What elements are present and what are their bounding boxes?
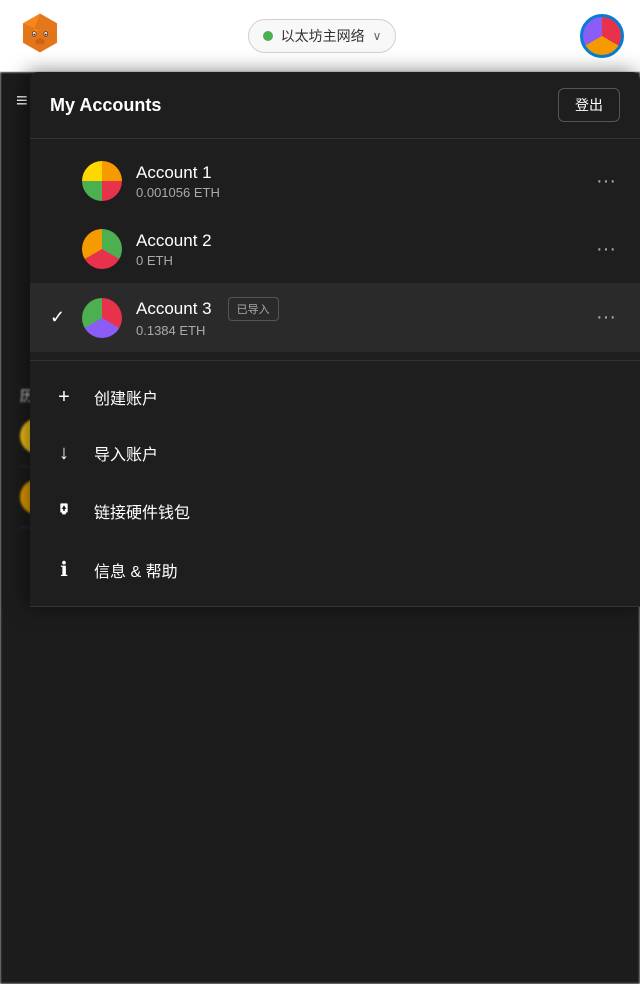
info-help-label: 信息 & 帮助: [94, 558, 178, 582]
header: 以太坊主网络 ∨: [0, 0, 640, 72]
network-status-dot: [263, 31, 273, 41]
create-account-label: 创建账户: [94, 385, 158, 409]
account-item-1[interactable]: Account 1 0.001056 ETH ···: [30, 147, 640, 215]
more-options-2[interactable]: ···: [592, 238, 620, 261]
account-avatar-2: [82, 229, 122, 269]
connect-hardware-item[interactable]: 链接硬件钱包: [30, 481, 640, 541]
info-icon: ℹ: [50, 557, 78, 582]
import-icon: ↓: [50, 442, 78, 465]
account-item-2[interactable]: Account 2 0 ETH ···: [30, 215, 640, 283]
account-avatar-1: [82, 161, 122, 201]
chevron-down-icon: ∨: [373, 29, 382, 43]
checkmark-1: [50, 171, 74, 192]
hamburger-icon[interactable]: ≡: [16, 90, 28, 113]
import-account-label: 导入账户: [94, 441, 158, 465]
account-balance-1: 0.001056 ETH: [136, 185, 592, 200]
action-items: + 创建账户 ↓ 导入账户 链接硬件钱包 ℹ 信息 & 帮助: [30, 361, 640, 607]
accounts-overlay: My Accounts 登出 Account 1 0.001056 ETH ··…: [30, 72, 640, 607]
account-name-2: Account 2: [136, 231, 592, 251]
more-options-3[interactable]: ···: [592, 306, 620, 329]
account-info-3: Account 3 已导入 0.1384 ETH: [136, 297, 592, 338]
create-account-item[interactable]: + 创建账户: [30, 369, 640, 425]
overlay-title: My Accounts: [50, 95, 161, 116]
more-options-1[interactable]: ···: [592, 170, 620, 193]
network-label: 以太坊主网络: [281, 26, 365, 46]
account-item-3[interactable]: ✓ Account 3 已导入 0.1384 ETH ···: [30, 283, 640, 352]
account-name-3: Account 3: [136, 299, 212, 319]
account-list: Account 1 0.001056 ETH ··· Account 2 0 E…: [30, 139, 640, 361]
usb-icon: [50, 497, 78, 525]
import-account-item[interactable]: ↓ 导入账户: [30, 425, 640, 481]
account-avatar-3: [82, 298, 122, 338]
info-help-item[interactable]: ℹ 信息 & 帮助: [30, 541, 640, 598]
metamask-logo: [16, 9, 64, 62]
network-selector[interactable]: 以太坊主网络 ∨: [248, 19, 397, 53]
account-info-2: Account 2 0 ETH: [136, 231, 592, 268]
imported-badge: 已导入: [228, 297, 279, 321]
plus-icon: +: [50, 386, 78, 409]
connect-hardware-label: 链接硬件钱包: [94, 499, 190, 523]
account-info-1: Account 1 0.001056 ETH: [136, 163, 592, 200]
checkmark-2: [50, 239, 74, 260]
account-avatar-header[interactable]: [580, 14, 624, 58]
logout-button[interactable]: 登出: [558, 88, 620, 122]
account-balance-3: 0.1384 ETH: [136, 323, 592, 338]
account-balance-2: 0 ETH: [136, 253, 592, 268]
account-name-1: Account 1: [136, 163, 592, 183]
overlay-header: My Accounts 登出: [30, 72, 640, 139]
checkmark-3: ✓: [50, 307, 74, 328]
